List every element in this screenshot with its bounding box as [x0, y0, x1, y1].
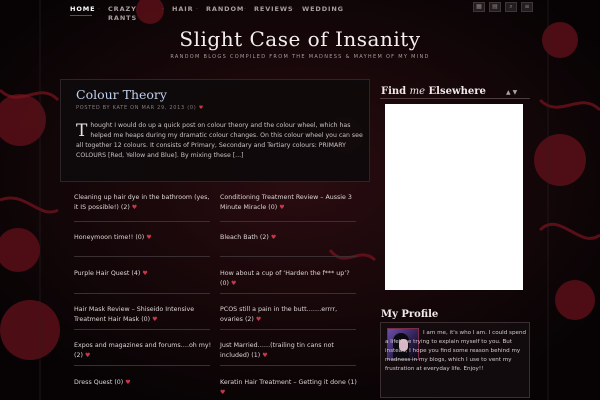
divider [74, 329, 210, 330]
featured-post: Colour Theory POSTED BY KATE ON MAR 29, … [60, 79, 370, 182]
post-link-title[interactable]: Hair Mask Review – Shiseido Intensive Tr… [74, 306, 194, 323]
comment-count: (2) [120, 203, 130, 211]
post-link-title[interactable]: Cleaning up hair dye in the bathroom (ye… [74, 194, 209, 211]
divider [220, 221, 356, 222]
heart-icon: ♥ [198, 105, 204, 111]
comment-count: (0) [220, 279, 229, 287]
site-tagline: RANDOM BLOGS COMPILED FROM THE MADNESS &… [170, 54, 430, 60]
heart-icon: ♥ [262, 351, 268, 359]
divider [380, 98, 530, 99]
divider [74, 221, 210, 222]
profile-widget: I am me, it's who I am. I could spend a … [380, 322, 530, 398]
heart-icon: ♥ [255, 315, 262, 323]
post-link[interactable]: Dress Quest (0) ♥ [74, 378, 214, 388]
widget-arrows-icon[interactable]: ▲▼ [506, 89, 519, 96]
post-title[interactable]: Colour Theory [76, 87, 167, 102]
post-meta: POSTED BY KATE ON MAR 29, 2013 (0) ♥ [76, 105, 204, 111]
post-link[interactable]: Honeymoon time!! (0) ♥ [74, 233, 214, 243]
profile-text: I am me, it's who I am. I could spend a … [385, 329, 527, 374]
post-link-title[interactable]: Honeymoon time!! [74, 234, 133, 241]
comment-count: (2) [74, 351, 83, 359]
post-link-title[interactable]: How about a cup of ‘Harden the f*** up’? [220, 270, 350, 277]
post-dropcap: T [76, 121, 88, 141]
heart-icon: ♥ [230, 279, 237, 287]
post-link-title[interactable]: Conditioning Treatment Review – Aussie 3… [220, 194, 352, 211]
comment-count: (0) [135, 234, 145, 241]
post-link-title[interactable]: Bleach Bath [220, 234, 258, 241]
comment-count: (2) [259, 234, 269, 241]
heart-icon: ♥ [125, 379, 131, 386]
comment-count: (4) [131, 270, 141, 277]
post-link[interactable]: Hair Mask Review – Shiseido Intensive Tr… [74, 305, 214, 324]
divider [220, 329, 356, 330]
post-link[interactable]: Purple Hair Quest (4) ♥ [74, 269, 214, 279]
my-profile-title: My Profile [381, 309, 439, 320]
divider [74, 293, 210, 294]
nav-home[interactable]: HOME [70, 5, 95, 14]
nav-separator: · [196, 6, 198, 13]
site-title[interactable]: Slight Case of Insanity [0, 27, 600, 51]
nav-separator: · [98, 6, 100, 13]
divider [220, 256, 356, 257]
post-link[interactable]: PCOS still a pain in the butt…….errrr, o… [220, 305, 360, 324]
post-link[interactable]: How about a cup of ‘Harden the f*** up’?… [220, 269, 360, 288]
comment-count: (0) [141, 315, 151, 323]
post-excerpt: T hought I would do up a quick post on c… [76, 121, 366, 161]
post-meta-text: POSTED BY KATE ON MAR 29, 2013 (0) [76, 105, 197, 111]
comment-count: (0) [114, 379, 124, 386]
heart-icon: ♥ [279, 203, 285, 211]
post-excerpt-text: hought I would do up a quick post on col… [76, 122, 363, 159]
nav-hair[interactable]: HAIR [172, 5, 194, 14]
post-link[interactable]: Bleach Bath (2) ♥ [220, 233, 360, 243]
comment-count: (1) [251, 351, 261, 359]
post-link-title[interactable]: PCOS still a pain in the butt…….errrr, o… [220, 306, 337, 323]
post-link-title[interactable]: Just Married……(trailing tin cans not inc… [220, 342, 334, 359]
divider [74, 365, 210, 366]
post-link-title[interactable]: Expos and magazines and forums….oh my! [74, 342, 211, 349]
heart-icon: ♥ [131, 203, 138, 211]
find-title-suffix: Elsewhere [428, 86, 486, 97]
rss-icon[interactable]: ▤ [489, 2, 501, 12]
nav-separator: · [292, 6, 294, 13]
find-title-prefix: Find [381, 86, 407, 97]
post-link[interactable]: Keratin Hair Treatment – Getting it done… [220, 378, 360, 397]
heart-icon: ♥ [84, 351, 91, 359]
find-me-elsewhere-title: Find me Elsewhere [381, 86, 486, 97]
nav-reviews[interactable]: REVIEWS [254, 5, 294, 14]
post-link[interactable]: Expos and magazines and forums….oh my! (… [74, 341, 214, 360]
post-link-title[interactable]: Dress Quest [74, 379, 112, 386]
comment-count: (0) [268, 203, 278, 211]
post-link-title[interactable]: Purple Hair Quest [74, 270, 129, 277]
grid-icon[interactable]: ▦ [473, 2, 485, 12]
heart-icon: ♥ [152, 315, 158, 323]
comment-count: (1) [347, 379, 357, 386]
divider [74, 256, 210, 257]
nav-random[interactable]: RANDOM [206, 5, 244, 14]
top-nav: HOME · CRAZY RANTS · HAIR · RANDOM · REV… [0, 0, 600, 26]
menu-icon[interactable]: ≡ [521, 2, 533, 12]
post-link-title[interactable]: Keratin Hair Treatment – Getting it done [220, 379, 346, 386]
heart-icon: ♥ [270, 234, 277, 241]
find-me-widget-content[interactable] [385, 104, 523, 290]
post-link[interactable]: Cleaning up hair dye in the bathroom (ye… [74, 193, 214, 212]
divider [220, 293, 356, 294]
nav-separator: · [162, 6, 164, 13]
nav-crazy-rants[interactable]: CRAZY RANTS [108, 5, 138, 23]
nav-active-indicator [70, 15, 92, 16]
post-link[interactable]: Just Married……(trailing tin cans not inc… [220, 341, 360, 360]
comment-count: (2) [244, 315, 254, 323]
profile-text-body: I am me, it's who I am. I could spend a … [385, 330, 527, 372]
heart-icon: ♥ [142, 270, 148, 277]
heart-icon: ♥ [146, 234, 152, 241]
nav-wedding[interactable]: WEDDING [302, 5, 344, 14]
search-icon[interactable]: ⌕ [505, 2, 517, 12]
post-link[interactable]: Conditioning Treatment Review – Aussie 3… [220, 193, 360, 212]
divider [220, 365, 356, 366]
nav-separator: · [244, 6, 246, 13]
heart-icon: ♥ [220, 388, 226, 396]
find-title-em: me [409, 86, 426, 97]
